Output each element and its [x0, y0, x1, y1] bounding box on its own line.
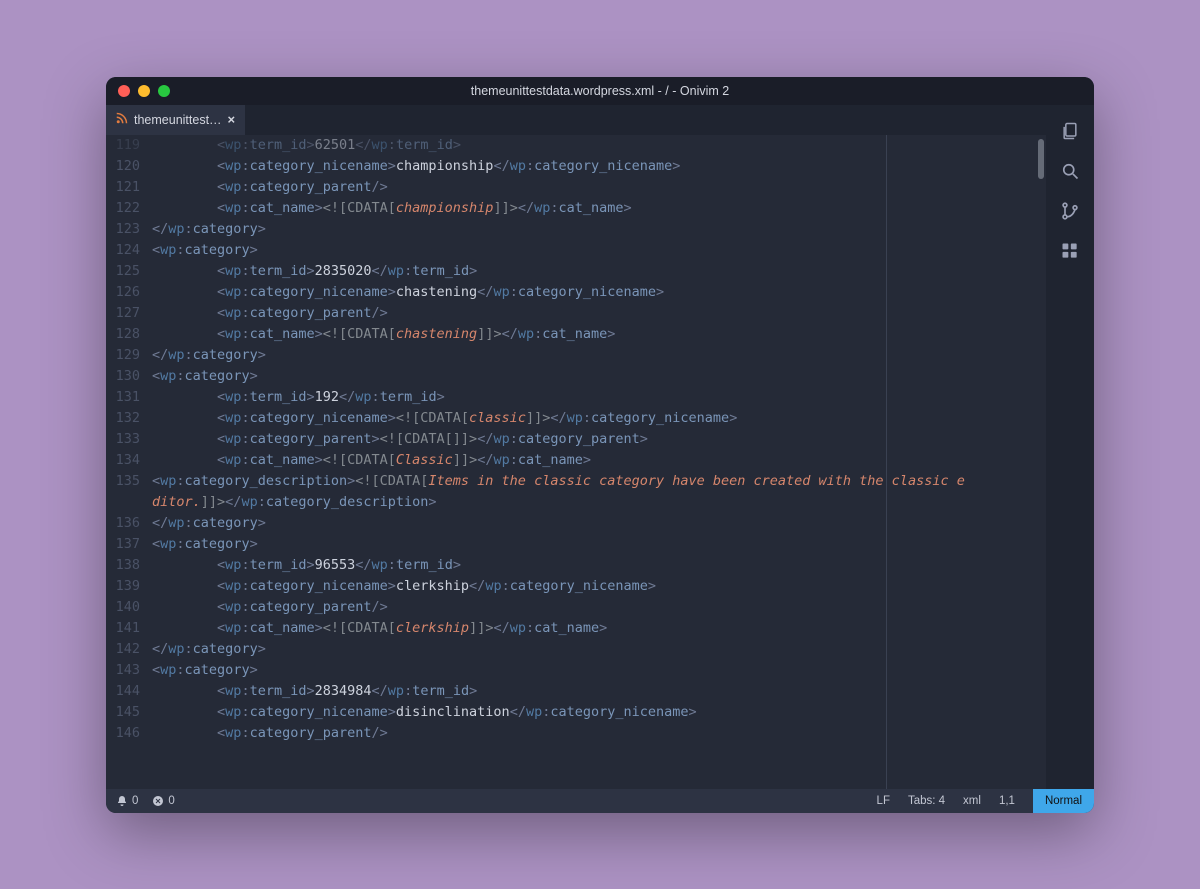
line-number: 126	[106, 282, 140, 303]
code-line[interactable]: <wp:category_nicename>disinclination</wp…	[152, 702, 1046, 723]
code-line[interactable]: </wp:category>	[152, 513, 1046, 534]
code-line[interactable]: </wp:category>	[152, 219, 1046, 240]
code-line[interactable]: <wp:category_parent/>	[152, 177, 1046, 198]
minimize-window-button[interactable]	[138, 85, 150, 97]
code-line[interactable]: <wp:cat_name><![CDATA[championship]]></w…	[152, 198, 1046, 219]
notifications-count: 0	[132, 795, 138, 807]
window: themeunittestdata.wordpress.xml - / - On…	[106, 77, 1094, 813]
line-number: 127	[106, 303, 140, 324]
traffic-lights	[106, 85, 170, 97]
line-number: 124	[106, 240, 140, 261]
rss-icon	[116, 112, 128, 127]
ruler	[886, 135, 887, 789]
code-line[interactable]: <wp:category_nicename>chastening</wp:cat…	[152, 282, 1046, 303]
code-line[interactable]: <wp:category_parent/>	[152, 723, 1046, 744]
code-line[interactable]: <wp:term_id>192</wp:term_id>	[152, 387, 1046, 408]
line-number: 140	[106, 597, 140, 618]
extensions-icon[interactable]	[1060, 241, 1080, 261]
code-line[interactable]: </wp:category>	[152, 345, 1046, 366]
code-line[interactable]: <wp:term_id>2834984</wp:term_id>	[152, 681, 1046, 702]
code-line[interactable]: <wp:category_parent/>	[152, 597, 1046, 618]
editor[interactable]: 1191201211221231241251261271281291301311…	[106, 135, 1046, 789]
editor-wrap: 1191201211221231241251261271281291301311…	[106, 135, 1046, 789]
code-line[interactable]: <wp:category>	[152, 366, 1046, 387]
code-line[interactable]: <wp:category_nicename>championship</wp:c…	[152, 156, 1046, 177]
line-number: 131	[106, 387, 140, 408]
line-number: 132	[106, 408, 140, 429]
body: themeunittest… × 11912012112212312412512…	[106, 105, 1094, 789]
line-number: 145	[106, 702, 140, 723]
notifications-button[interactable]: 0	[116, 795, 138, 807]
line-number: 123	[106, 219, 140, 240]
code-line[interactable]: <wp:category_parent><![CDATA[]]></wp:cat…	[152, 429, 1046, 450]
code-line[interactable]: <wp:category>	[152, 240, 1046, 261]
code-line[interactable]: <wp:cat_name><![CDATA[Classic]]></wp:cat…	[152, 450, 1046, 471]
line-number: 133	[106, 429, 140, 450]
close-tab-icon[interactable]: ×	[228, 112, 236, 127]
line-number: 141	[106, 618, 140, 639]
line-number: 134	[106, 450, 140, 471]
code[interactable]: <wp:term_id>62501</wp:term_id> <wp:categ…	[148, 135, 1046, 789]
status-eol[interactable]: LF	[877, 795, 890, 807]
code-line[interactable]: <wp:category_parent/>	[152, 303, 1046, 324]
line-number: 128	[106, 324, 140, 345]
line-number: 138	[106, 555, 140, 576]
activitybar	[1046, 105, 1094, 789]
titlebar[interactable]: themeunittestdata.wordpress.xml - / - On…	[106, 77, 1094, 105]
tab-file[interactable]: themeunittest… ×	[106, 105, 245, 135]
code-line[interactable]: <wp:term_id>2835020</wp:term_id>	[152, 261, 1046, 282]
search-icon[interactable]	[1060, 161, 1080, 181]
code-line[interactable]: <wp:category>	[152, 534, 1046, 555]
tabbar[interactable]: themeunittest… ×	[106, 105, 1046, 135]
status-tabs[interactable]: Tabs: 4	[908, 795, 945, 807]
tab-label: themeunittest…	[134, 113, 222, 127]
status-pos[interactable]: 1,1	[999, 795, 1015, 807]
code-line[interactable]: <wp:category>	[152, 660, 1046, 681]
git-icon[interactable]	[1060, 201, 1080, 221]
scrollbar[interactable]	[1036, 135, 1046, 789]
line-number: 125	[106, 261, 140, 282]
scrollbar-thumb[interactable]	[1038, 139, 1044, 179]
code-line[interactable]: <wp:category_nicename>clerkship</wp:cate…	[152, 576, 1046, 597]
code-line[interactable]: <wp:term_id>96553</wp:term_id>	[152, 555, 1046, 576]
line-number: 135	[106, 471, 140, 492]
line-number: 144	[106, 681, 140, 702]
line-number: 129	[106, 345, 140, 366]
line-number: 122	[106, 198, 140, 219]
statusbar: 0 0 LF Tabs: 4 xml 1,1 Normal	[106, 789, 1094, 813]
line-number: 142	[106, 639, 140, 660]
main: themeunittest… × 11912012112212312412512…	[106, 105, 1046, 789]
line-number: 120	[106, 156, 140, 177]
close-window-button[interactable]	[118, 85, 130, 97]
line-number: 136	[106, 513, 140, 534]
line-number: 121	[106, 177, 140, 198]
line-number: 146	[106, 723, 140, 744]
line-number	[106, 492, 140, 513]
code-line[interactable]: <wp:term_id>62501</wp:term_id>	[152, 135, 1046, 156]
code-line[interactable]: <wp:category_nicename><![CDATA[classic]]…	[152, 408, 1046, 429]
gutter: 1191201211221231241251261271281291301311…	[106, 135, 148, 789]
status-mode[interactable]: Normal	[1033, 789, 1094, 813]
line-number: 137	[106, 534, 140, 555]
code-line[interactable]: <wp:cat_name><![CDATA[clerkship]]></wp:c…	[152, 618, 1046, 639]
line-number: 139	[106, 576, 140, 597]
code-line[interactable]: </wp:category>	[152, 639, 1046, 660]
line-number: 119	[106, 135, 140, 156]
code-line[interactable]: <wp:category_description><![CDATA[Items …	[152, 471, 1046, 492]
code-line[interactable]: <wp:cat_name><![CDATA[chastening]]></wp:…	[152, 324, 1046, 345]
errors-count: 0	[168, 795, 174, 807]
window-title: themeunittestdata.wordpress.xml - / - On…	[106, 84, 1094, 98]
line-number: 143	[106, 660, 140, 681]
maximize-window-button[interactable]	[158, 85, 170, 97]
status-lang[interactable]: xml	[963, 795, 981, 807]
line-number: 130	[106, 366, 140, 387]
errors-button[interactable]: 0	[152, 795, 174, 807]
code-line[interactable]: ditor.]]></wp:category_description>	[152, 492, 1046, 513]
files-icon[interactable]	[1060, 121, 1080, 141]
